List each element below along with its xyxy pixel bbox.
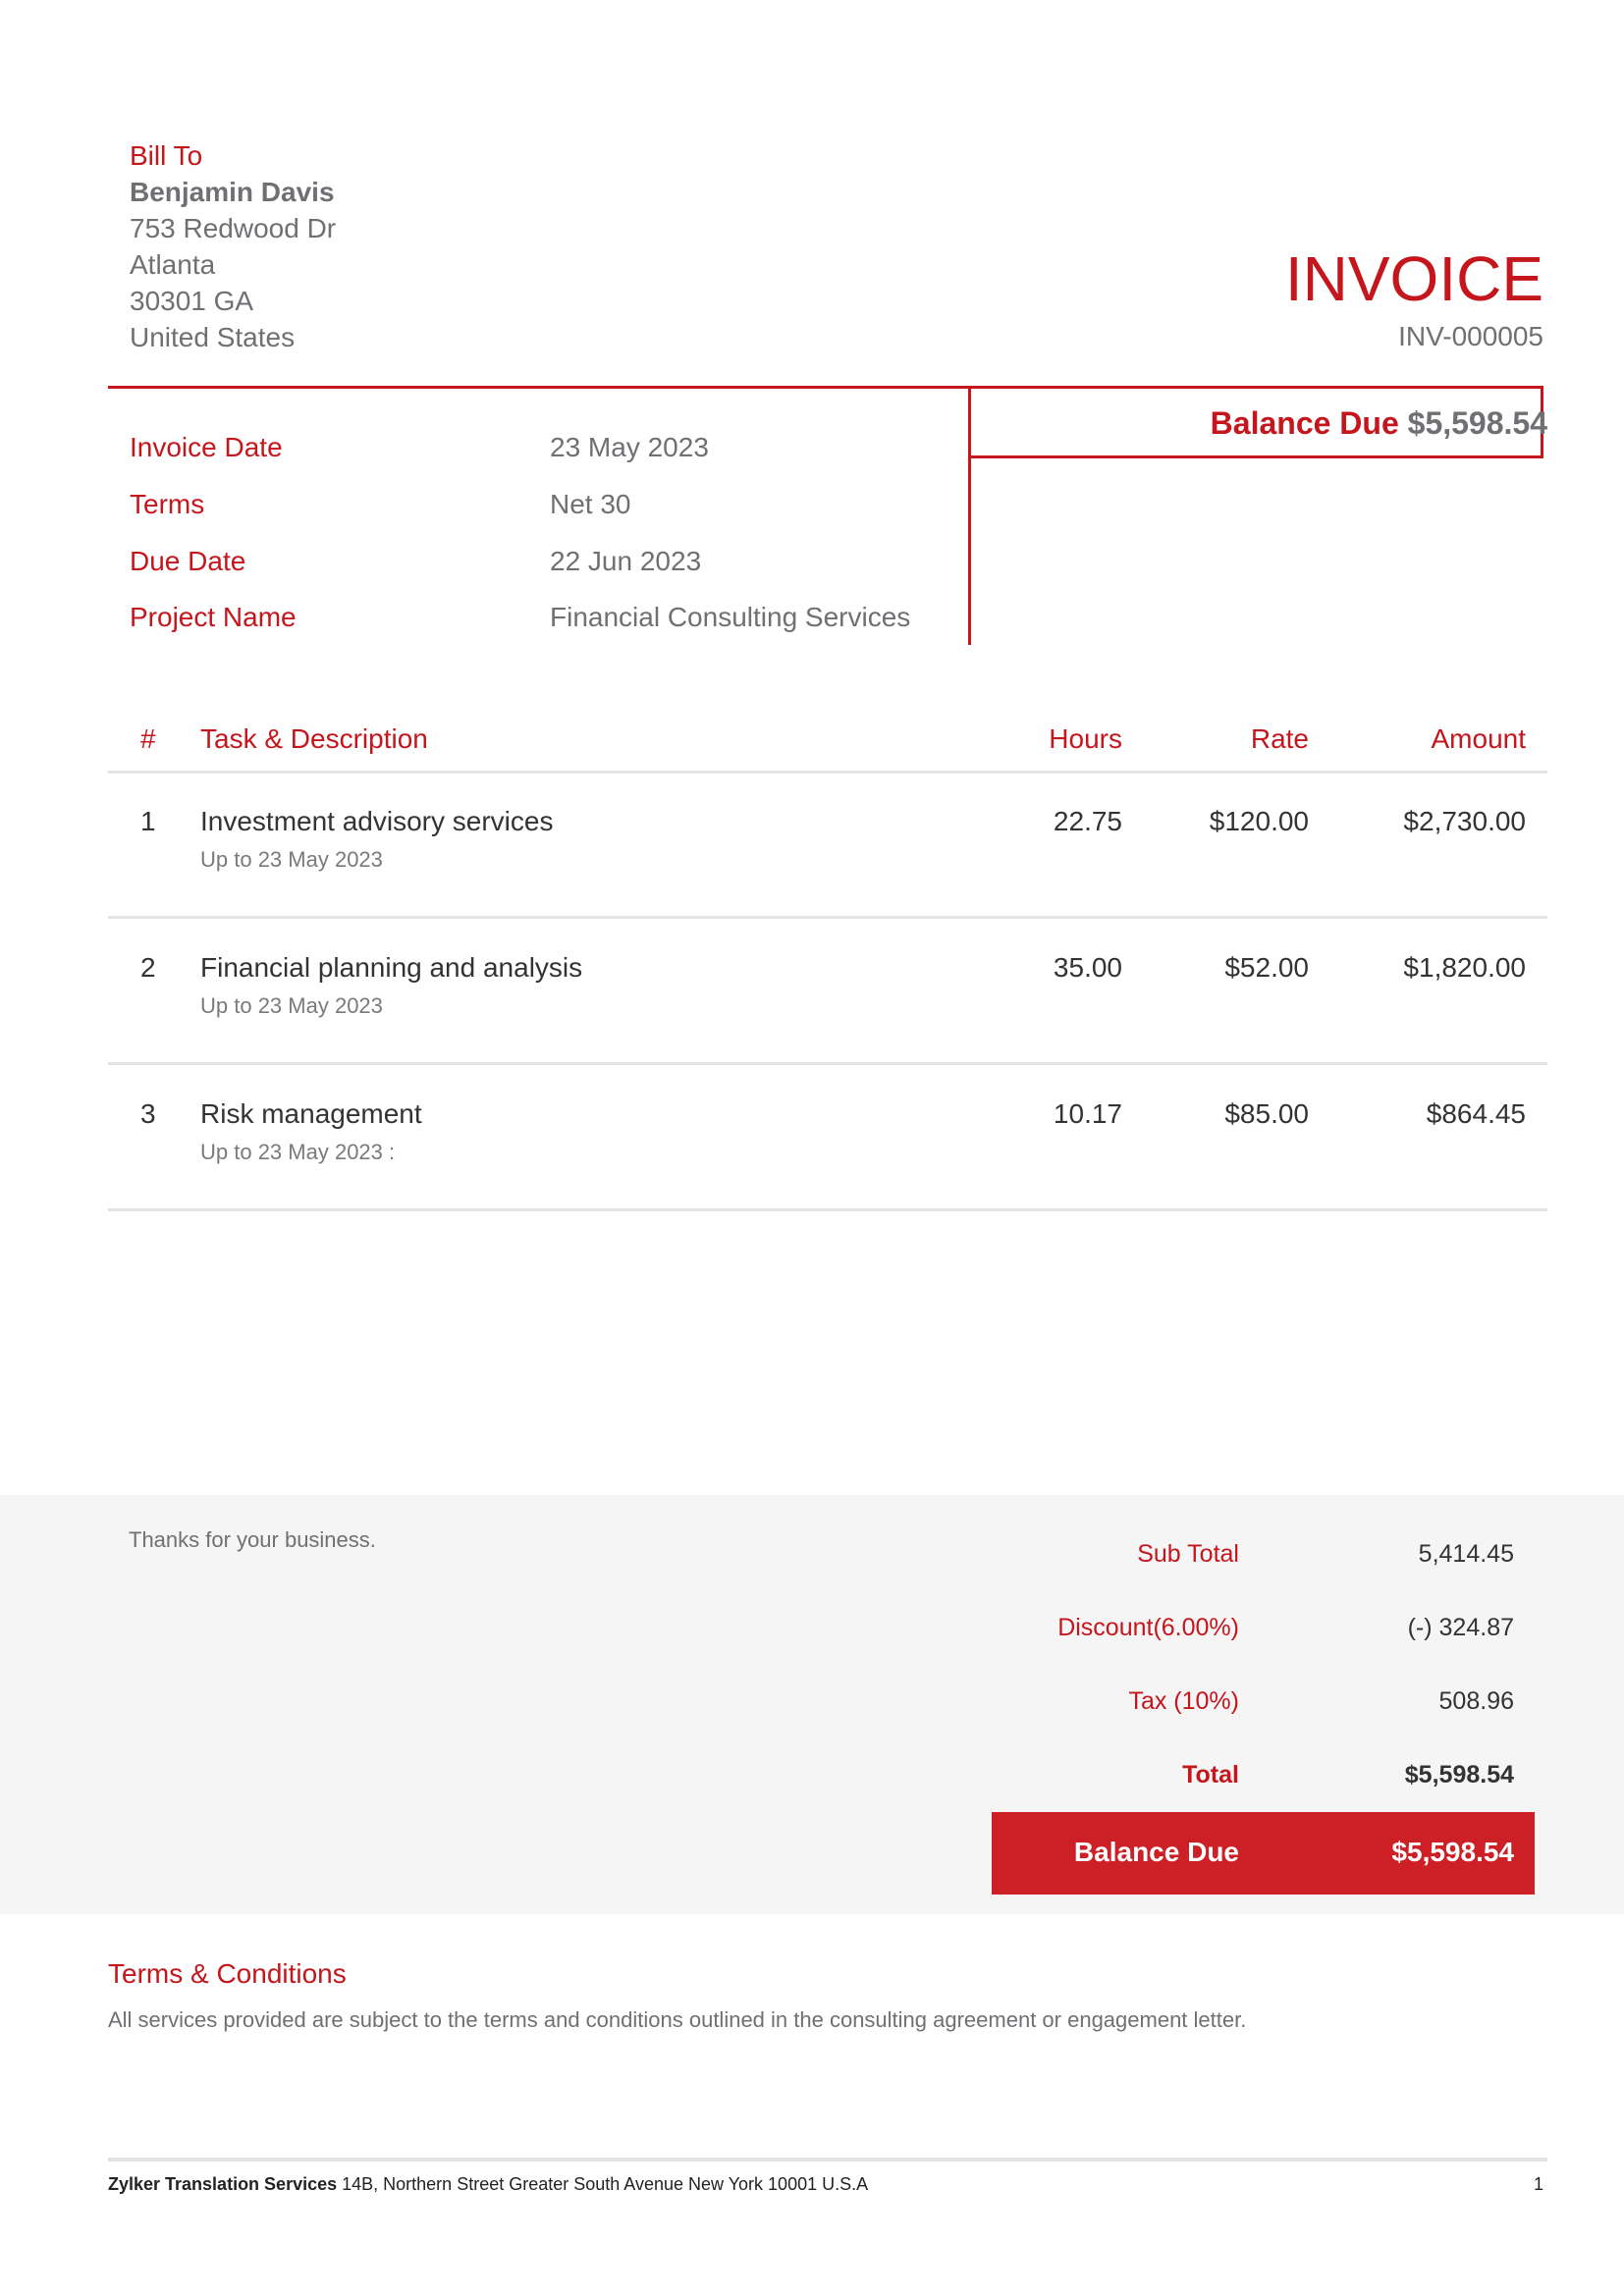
row-amount: $864.45 (1426, 1098, 1526, 1129)
customer-country: United States (130, 322, 296, 352)
row-description: Up to 23 May 2023 (200, 993, 383, 1018)
column-header-task: Task & Description (200, 723, 428, 754)
invoice-date-value: 23 May 2023 (550, 432, 709, 462)
balance-due-label: Balance Due (1073, 1837, 1239, 1867)
discount-label: Discount(6.00%) (1057, 1614, 1239, 1641)
row-description: Up to 23 May 2023 (200, 847, 383, 872)
terms-value: Net 30 (550, 489, 631, 519)
row-amount: $2,730.00 (1403, 806, 1526, 836)
row-rate: $120.00 (1209, 806, 1309, 836)
row-rate: $52.00 (1224, 952, 1309, 983)
row-task: Investment advisory services (200, 806, 554, 836)
bill-to-label: Bill To (130, 140, 203, 171)
header-divider (108, 386, 970, 389)
customer-city: Atlanta (130, 249, 216, 280)
row-number: 1 (140, 806, 156, 836)
row-rate: $85.00 (1224, 1098, 1309, 1129)
footer-company-info: Zylker Translation Services 14B, Norther… (108, 2172, 868, 2196)
row-hours: 35.00 (1053, 952, 1122, 983)
column-header-rate: Rate (1250, 723, 1309, 754)
customer-name: Benjamin Davis (130, 177, 335, 207)
row-description: Up to 23 May 2023 : (200, 1140, 396, 1164)
column-header-amount: Amount (1431, 723, 1527, 754)
column-header-number: # (140, 723, 156, 754)
due-date-label: Due Date (130, 546, 246, 576)
row-task: Risk management (200, 1098, 422, 1129)
balance-due-header: Balance Due $5,598.54 (1211, 403, 1547, 443)
terms-text: All services provided are subject to the… (108, 2007, 1247, 2032)
due-date-value: 22 Jun 2023 (550, 546, 702, 576)
row-hours: 22.75 (1053, 806, 1122, 836)
total-label: Total (1182, 1761, 1239, 1789)
row-divider (108, 1062, 1547, 1065)
row-hours: 10.17 (1053, 1098, 1122, 1129)
balance-due-value: $5,598.54 (1391, 1837, 1514, 1867)
balance-due-header-label: Balance Due (1210, 405, 1399, 441)
discount-value: (-) 324.87 (1407, 1614, 1514, 1641)
row-divider (108, 916, 1547, 919)
row-amount: $1,820.00 (1403, 952, 1526, 983)
notes-text: Thanks for your business. (129, 1527, 376, 1552)
sub-total-label: Sub Total (1137, 1540, 1239, 1568)
customer-address-line1: 753 Redwood Dr (130, 213, 337, 243)
invoice-title: INVOICE (1284, 243, 1543, 314)
terms-label: Terms (130, 489, 205, 519)
row-number: 2 (140, 952, 156, 983)
row-divider (108, 1208, 1547, 1211)
table-header-divider (108, 771, 1547, 774)
bill-to-block: Bill To Benjamin Davis 753 Redwood Dr At… (130, 137, 336, 355)
company-name: Zylker Translation Services (108, 2174, 338, 2194)
row-task: Financial planning and analysis (200, 952, 583, 983)
total-value: $5,598.54 (1404, 1761, 1514, 1789)
tax-label: Tax (10%) (1128, 1687, 1239, 1715)
column-header-hours: Hours (1049, 723, 1122, 754)
footer-divider (108, 2158, 1547, 2162)
terms-title: Terms & Conditions (108, 1958, 347, 1989)
project-name-value: Financial Consulting Services (550, 602, 911, 632)
customer-postal-state: 30301 GA (130, 286, 254, 316)
balance-due-header-amount: $5,598.54 (1407, 405, 1547, 441)
sub-total-value: 5,414.45 (1418, 1540, 1514, 1568)
tax-value: 508.96 (1438, 1687, 1514, 1715)
company-address: 14B, Northern Street Greater South Avenu… (337, 2174, 869, 2194)
project-name-label: Project Name (130, 602, 297, 632)
row-number: 3 (140, 1098, 156, 1129)
invoice-number: INV-000005 (1398, 321, 1543, 351)
invoice-date-label: Invoice Date (130, 432, 283, 462)
page-number: 1 (1533, 2174, 1543, 2194)
